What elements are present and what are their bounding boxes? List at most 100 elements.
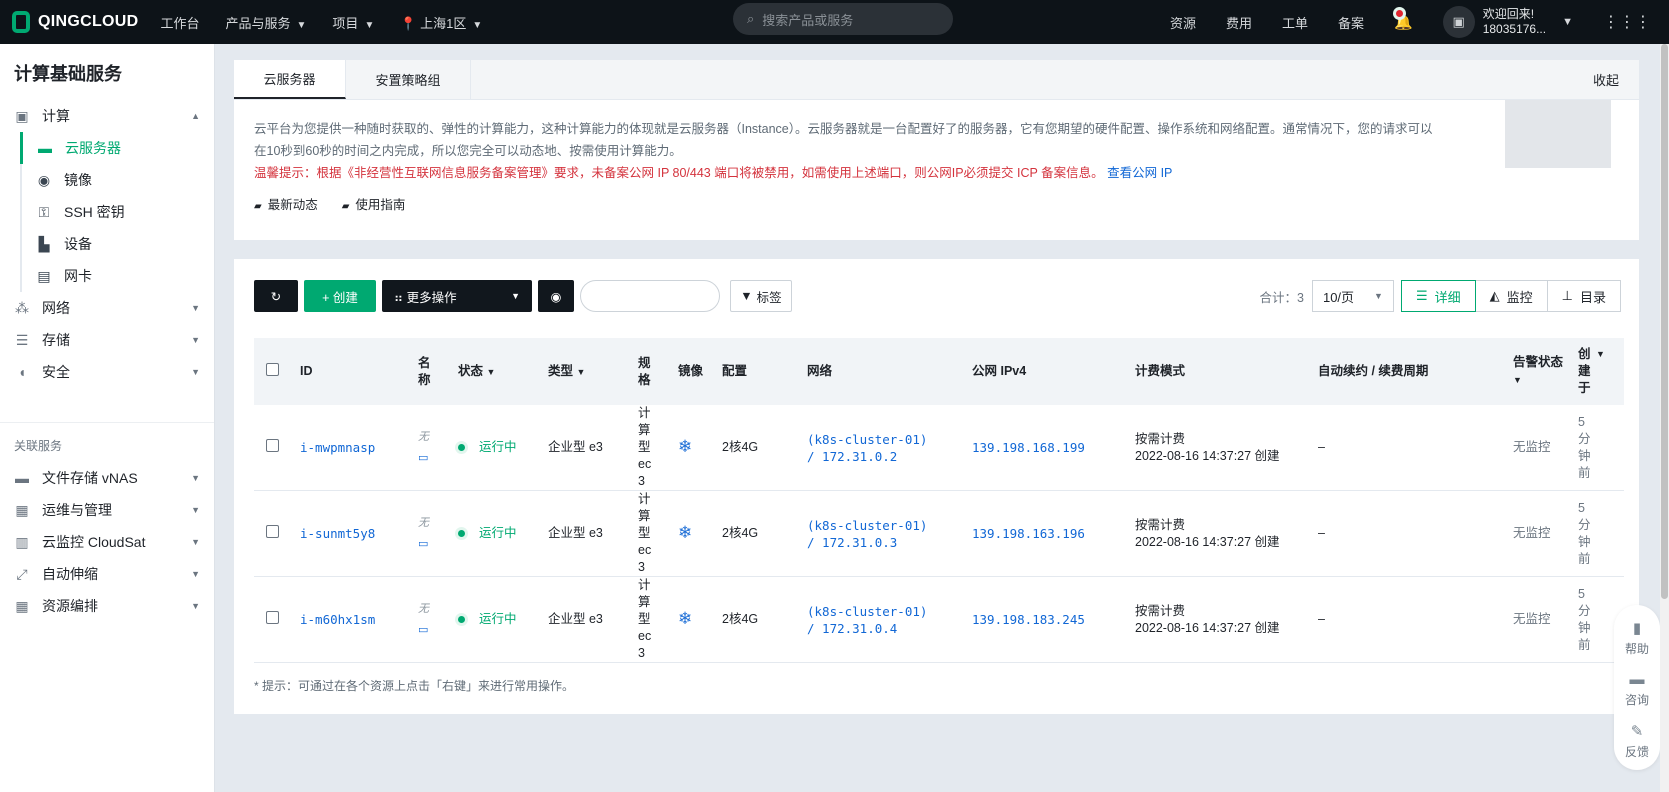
- link-label: 最新动态: [267, 198, 318, 212]
- apps-grid-icon[interactable]: ⋮⋮⋮: [1603, 12, 1651, 32]
- caret-down-icon: ▼: [511, 291, 520, 301]
- sidebar-item-instances[interactable]: ▬ 云服务器: [20, 132, 214, 164]
- instance-type: 企业型 e3: [542, 405, 632, 491]
- image-os-icon[interactable]: ❄: [678, 523, 692, 542]
- instance-type: 企业型 e3: [542, 490, 632, 577]
- sidebar-group-autoscaling[interactable]: ⤢ 自动伸缩 ▼: [0, 558, 214, 590]
- sidebar-group-security[interactable]: ◖ 安全 ▼: [0, 356, 214, 388]
- view-monitor-button[interactable]: ◭ 监控: [1474, 280, 1548, 312]
- tab-placement-groups[interactable]: 安置策略组: [346, 60, 471, 99]
- col-id[interactable]: ID: [294, 338, 412, 405]
- view-catalog-button[interactable]: ⊥ 目录: [1546, 280, 1621, 312]
- created-ago: 5分钟前: [1578, 414, 1591, 480]
- console-icon[interactable]: ▭: [418, 450, 446, 467]
- select-all-checkbox[interactable]: [266, 362, 279, 376]
- sidebar-item-ssh-keys[interactable]: ⚿ SSH 密钥: [22, 196, 214, 228]
- feedback-button[interactable]: ✎ 反馈: [1625, 722, 1649, 760]
- page-scrollbar[interactable]: [1660, 44, 1669, 792]
- col-created[interactable]: 创建于 ▼: [1572, 338, 1624, 405]
- instance-id-link[interactable]: i-m60hx1sm: [300, 612, 375, 627]
- vpc-link[interactable]: (k8s-cluster-01): [807, 431, 960, 448]
- vpc-link[interactable]: (k8s-cluster-01): [807, 603, 960, 620]
- cpu-icon: ▣: [15, 107, 29, 124]
- group-label: 自动伸缩: [42, 566, 98, 582]
- sidebar-group-orchestration[interactable]: ▦ 资源编排 ▼: [0, 590, 214, 622]
- sidebar-group-cloudsat[interactable]: ▥ 云监控 CloudSat ▼: [0, 526, 214, 558]
- status-text: 运行中: [479, 526, 517, 540]
- sidebar-group-network[interactable]: ⁂ 网络 ▼: [0, 292, 214, 324]
- console-icon[interactable]: ▭: [418, 536, 446, 553]
- caret-down-icon: ▼: [576, 366, 586, 377]
- sidebar-item-images[interactable]: ◉ 镜像: [22, 164, 214, 196]
- alarm-status: 无监控: [1507, 576, 1572, 663]
- chevron-down-icon: ▼: [364, 19, 375, 31]
- tag-filter-button[interactable]: ▼ 标签: [730, 280, 792, 312]
- col-status[interactable]: 状态 ▼: [452, 338, 542, 405]
- nav-billing[interactable]: 费用: [1226, 13, 1252, 32]
- icp-warning: 温馨提示：根据《非经营性互联网信息服务备案管理》要求，未备案公网 IP 80/4…: [254, 166, 1104, 180]
- helper-label: 帮助: [1624, 642, 1649, 656]
- private-ip[interactable]: / 172.31.0.2: [807, 448, 960, 465]
- logo[interactable]: QINGCLOUD: [12, 11, 138, 33]
- create-button[interactable]: + 创建: [304, 280, 376, 312]
- consult-button[interactable]: ▬ 咨询: [1625, 671, 1649, 708]
- search-input[interactable]: [580, 280, 720, 312]
- instance-id-link[interactable]: i-sunmt5y8: [300, 526, 375, 541]
- toggle-visibility-button[interactable]: ◉: [538, 280, 574, 312]
- table-row[interactable]: i-sunmt5y8 无 ▭ 运行中 企业型 e3 计算型ec3 ❄ 2核4G (…: [254, 490, 1624, 577]
- bell-icon[interactable]: 🔔: [1394, 10, 1413, 31]
- sidebar-group-vnas[interactable]: ▬ 文件存储 vNAS ▼: [0, 462, 214, 494]
- more-actions-dropdown[interactable]: ⠶ 更多操作 ▼: [382, 280, 532, 312]
- nav-projects[interactable]: 项目 ▼: [332, 13, 374, 32]
- instance-id-link[interactable]: i-mwpmnasp: [300, 440, 375, 455]
- region-selector[interactable]: 📍 上海1区 ▼: [400, 13, 482, 32]
- view-detail-button[interactable]: ☰ 详细: [1400, 280, 1476, 312]
- guide-link[interactable]: ▰ 使用指南: [342, 194, 406, 213]
- billing-mode: 按需计费: [1135, 603, 1186, 618]
- page-size-select[interactable]: 10/页 ▼: [1311, 280, 1394, 312]
- nav-resources[interactable]: 资源: [1170, 13, 1196, 32]
- sidebar-item-devices[interactable]: ▙ 设备: [22, 228, 214, 260]
- help-button[interactable]: ▮ 帮助: [1625, 619, 1649, 657]
- intro-panel: 云服务器 安置策略组 收起 云平台为您提供一种随时获取的、弹性的计算能力，这种计…: [234, 60, 1639, 240]
- nav-filing[interactable]: 备案: [1338, 13, 1364, 32]
- view-public-ip-link[interactable]: 查看公网 IP: [1107, 166, 1172, 180]
- nav-workbench[interactable]: 工作台: [160, 13, 199, 32]
- sidebar-group-ops[interactable]: ▦ 运维与管理 ▼: [0, 494, 214, 526]
- nav-tickets[interactable]: 工单: [1282, 13, 1308, 32]
- image-os-icon[interactable]: ❄: [678, 437, 692, 456]
- table-row[interactable]: i-mwpmnasp 无 ▭ 运行中 企业型 e3 计算型ec3 ❄ 2核4G (…: [254, 405, 1624, 491]
- col-alarm[interactable]: 告警状态 ▼: [1507, 338, 1572, 405]
- row-checkbox[interactable]: [266, 610, 279, 624]
- news-link[interactable]: ▰ 最新动态: [254, 194, 318, 213]
- row-checkbox[interactable]: [266, 438, 279, 452]
- user-menu[interactable]: ▣ 欢迎回来! 18035176... ▼: [1442, 6, 1573, 38]
- private-ip[interactable]: / 172.31.0.4: [807, 620, 960, 637]
- nav-products[interactable]: 产品与服务 ▼: [226, 13, 307, 32]
- global-search[interactable]: ⌕ 搜索产品或服务: [733, 3, 953, 35]
- sidebar-item-nics[interactable]: ▤ 网卡: [22, 260, 214, 292]
- related-services-label: 关联服务: [0, 422, 214, 462]
- table-row[interactable]: i-m60hx1sm 无 ▭ 运行中 企业型 e3 计算型ec3 ❄ 2核4G (…: [254, 576, 1624, 663]
- col-name[interactable]: 名称: [418, 355, 432, 389]
- caret-down-icon: ▼: [1374, 291, 1383, 301]
- col-type[interactable]: 类型 ▼: [542, 338, 632, 405]
- private-ip[interactable]: / 172.31.0.3: [807, 534, 960, 551]
- public-ip-link[interactable]: 139.198.183.245: [972, 612, 1085, 627]
- tab-instances[interactable]: 云服务器: [234, 60, 346, 99]
- public-ip-link[interactable]: 139.198.168.199: [972, 440, 1085, 455]
- public-ip-link[interactable]: 139.198.163.196: [972, 526, 1085, 541]
- vpc-link[interactable]: (k8s-cluster-01): [807, 517, 960, 534]
- scrollbar-thumb[interactable]: [1661, 44, 1668, 599]
- image-os-icon[interactable]: ❄: [678, 609, 692, 628]
- group-label: 计算: [42, 108, 70, 124]
- sidebar-group-storage[interactable]: ☰ 存储 ▼: [0, 324, 214, 356]
- sidebar-group-compute[interactable]: ▣ 计算 ▲: [0, 100, 214, 132]
- collapse-button[interactable]: 收起: [1593, 60, 1639, 99]
- refresh-button[interactable]: ↻: [254, 280, 298, 312]
- shield-icon: ◖: [17, 364, 27, 380]
- console-icon[interactable]: ▭: [418, 622, 446, 639]
- created-ago: 5分钟前: [1578, 586, 1591, 652]
- nav-label: 项目: [332, 15, 359, 31]
- row-checkbox[interactable]: [266, 524, 279, 538]
